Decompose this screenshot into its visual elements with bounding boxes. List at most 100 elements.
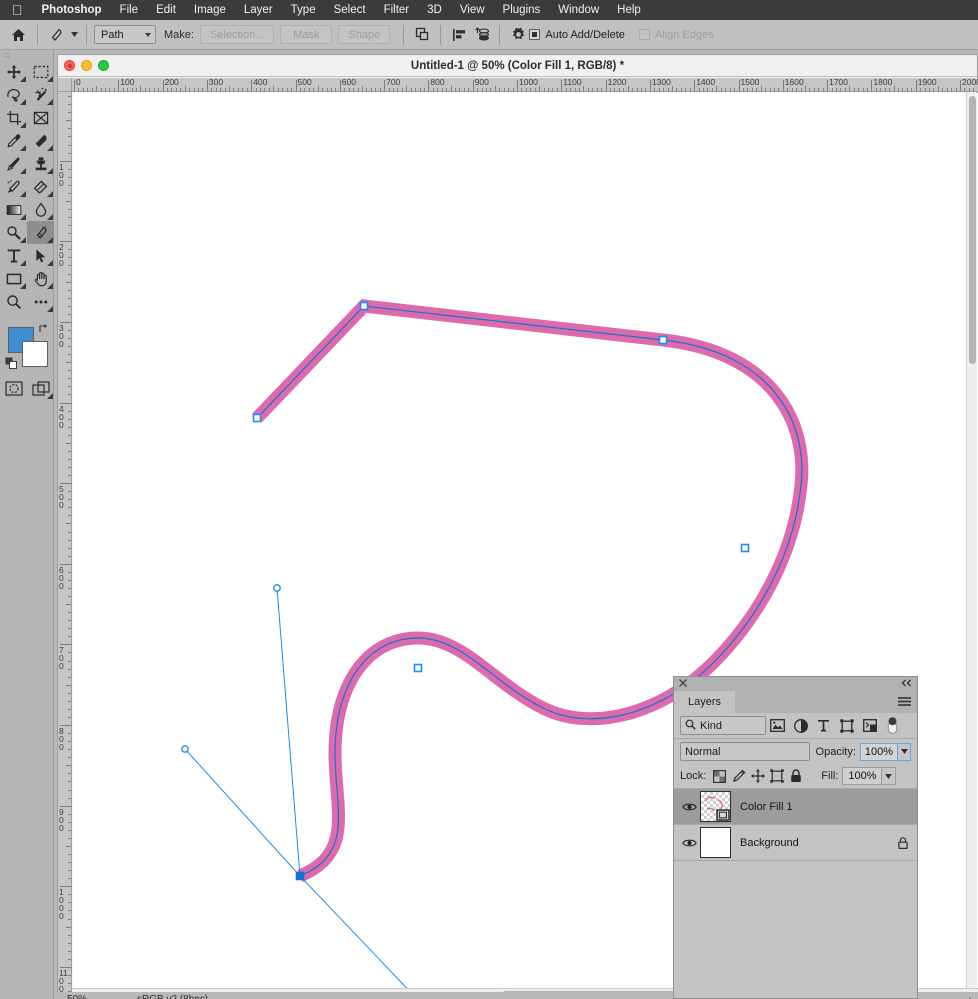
tool-submenu-triangle-icon[interactable]: [19, 121, 26, 128]
tool-submenu-triangle-icon[interactable]: [46, 259, 53, 266]
tool-submenu-triangle-icon[interactable]: [46, 144, 53, 151]
menu-item-plugins[interactable]: Plugins: [494, 4, 550, 16]
direction-handle-upper[interactable]: [273, 584, 281, 592]
path-mode-select[interactable]: ShapePathPixels: [94, 25, 156, 44]
path-selection-tool[interactable]: [27, 244, 54, 267]
filter-toggle-switch-icon[interactable]: [881, 716, 904, 736]
fill-input[interactable]: 100%: [842, 767, 883, 785]
tool-submenu-triangle-icon[interactable]: [46, 190, 53, 197]
opacity-input[interactable]: 100%: [859, 742, 899, 761]
anchor-point-4[interactable]: [740, 543, 750, 553]
swap-colors-icon[interactable]: [38, 323, 49, 337]
path-alignment-icon[interactable]: [448, 24, 470, 46]
menu-item-3d[interactable]: 3D: [418, 4, 451, 16]
tool-submenu-triangle-icon[interactable]: [46, 98, 53, 105]
menu-item-view[interactable]: View: [451, 4, 494, 16]
eraser-tool[interactable]: [27, 175, 54, 198]
crop-tool[interactable]: [0, 106, 27, 129]
tool-submenu-triangle-icon[interactable]: [46, 167, 53, 174]
menu-item-help[interactable]: Help: [608, 4, 650, 16]
menu-item-filter[interactable]: Filter: [375, 4, 419, 16]
home-icon[interactable]: [6, 24, 30, 46]
tool-submenu-triangle-icon[interactable]: [19, 213, 26, 220]
menu-item-edit[interactable]: Edit: [147, 4, 185, 16]
pen-tool-preset-icon[interactable]: [45, 24, 67, 46]
panel-title-bar[interactable]: [674, 677, 917, 691]
filter-smart-object-icon[interactable]: [858, 716, 881, 736]
vertical-scrollbar[interactable]: [966, 92, 977, 999]
edit-toolbar[interactable]: [27, 290, 54, 313]
layer-visibility-toggle[interactable]: [678, 838, 700, 848]
filter-adjustment-icon[interactable]: [789, 716, 812, 736]
brush-tool[interactable]: [0, 152, 27, 175]
close-window-button[interactable]: [64, 60, 75, 71]
blur-tool[interactable]: [27, 198, 54, 221]
anchor-point-selected[interactable]: [295, 871, 305, 881]
lock-image-pixels-icon[interactable]: [729, 767, 748, 786]
tool-submenu-triangle-icon[interactable]: [19, 144, 26, 151]
horizontal-ruler[interactable]: 0 100 200 300 400 500 600 700 800 900 1000 1100 1200…: [72, 78, 978, 92]
lasso-tool[interactable]: [0, 83, 27, 106]
screen-mode-icon[interactable]: [27, 377, 54, 400]
default-colors-icon[interactable]: [5, 357, 18, 373]
filter-type-icon[interactable]: [812, 716, 835, 736]
menu-item-file[interactable]: File: [111, 4, 148, 16]
rectangular-marquee-tool[interactable]: [27, 60, 54, 83]
clone-stamp-tool[interactable]: [27, 152, 54, 175]
spot-healing-brush-tool[interactable]: [27, 129, 54, 152]
panel-menu-icon[interactable]: [898, 697, 911, 710]
filter-pixel-icon[interactable]: [766, 716, 789, 736]
anchor-point-3[interactable]: [658, 335, 668, 345]
lock-all-icon[interactable]: [786, 767, 805, 786]
apple-menu-icon[interactable]: : [8, 3, 33, 17]
menu-item-layer[interactable]: Layer: [235, 4, 282, 16]
menu-item-select[interactable]: Select: [325, 4, 375, 16]
menu-item-type[interactable]: Type: [282, 4, 325, 16]
path-operations-icon[interactable]: [411, 24, 433, 46]
tool-submenu-triangle-icon[interactable]: [46, 75, 53, 82]
tool-submenu-triangle-icon[interactable]: [19, 167, 26, 174]
make-selection-button[interactable]: Selection...: [199, 25, 275, 44]
tool-submenu-triangle-icon[interactable]: [46, 305, 53, 312]
make-mask-button[interactable]: Mask: [280, 25, 333, 44]
layer-thumbnail[interactable]: [700, 791, 731, 822]
tool-submenu-triangle-icon[interactable]: [19, 236, 26, 243]
layer-thumbnail[interactable]: [700, 827, 731, 858]
menu-item-image[interactable]: Image: [185, 4, 235, 16]
tab-layers[interactable]: Layers: [674, 691, 736, 713]
tool-submenu-triangle-icon[interactable]: [46, 236, 53, 243]
maximize-window-button[interactable]: [98, 60, 109, 71]
opacity-stepper[interactable]: [898, 742, 911, 761]
tool-submenu-triangle-icon[interactable]: [19, 75, 26, 82]
tool-submenu-triangle-icon[interactable]: [46, 213, 53, 220]
minimize-window-button[interactable]: [81, 60, 92, 71]
layer-name[interactable]: Background: [740, 837, 799, 849]
eyedropper-tool[interactable]: [0, 129, 27, 152]
layer-row-color-fill-1[interactable]: Color Fill 1: [674, 789, 917, 825]
status-expand-arrow-icon[interactable]: ›: [962, 994, 978, 999]
move-tool[interactable]: [0, 60, 27, 83]
align-edges-checkbox[interactable]: [638, 29, 650, 40]
tool-submenu-triangle-icon[interactable]: [19, 282, 26, 289]
vertical-scroll-thumb[interactable]: [969, 96, 976, 364]
direction-handle-left[interactable]: [181, 745, 189, 753]
geometry-options-gear-icon[interactable]: [507, 24, 529, 46]
layer-row-background[interactable]: Background: [674, 825, 917, 861]
layer-visibility-toggle[interactable]: [678, 802, 700, 812]
toolbar-drag-handle[interactable]: ∶∶: [0, 50, 53, 60]
pen-tool[interactable]: [27, 221, 54, 244]
anchor-point-5[interactable]: [413, 663, 423, 673]
tool-submenu-triangle-icon[interactable]: [19, 190, 26, 197]
tool-submenu-triangle-icon[interactable]: [19, 98, 26, 105]
zoom-level[interactable]: 50%: [67, 994, 137, 999]
tool-preset-chevron-icon[interactable]: [69, 32, 79, 37]
close-panel-icon[interactable]: [679, 679, 687, 689]
object-selection-tool[interactable]: [27, 83, 54, 106]
hand-tool[interactable]: [27, 267, 54, 290]
history-brush-tool[interactable]: [0, 175, 27, 198]
zoom-tool[interactable]: [0, 290, 27, 313]
collapse-panel-icon[interactable]: [901, 679, 912, 689]
layer-name[interactable]: Color Fill 1: [740, 801, 793, 813]
gradient-tool[interactable]: [0, 198, 27, 221]
layer-kind-filter[interactable]: Kind: [680, 716, 766, 735]
